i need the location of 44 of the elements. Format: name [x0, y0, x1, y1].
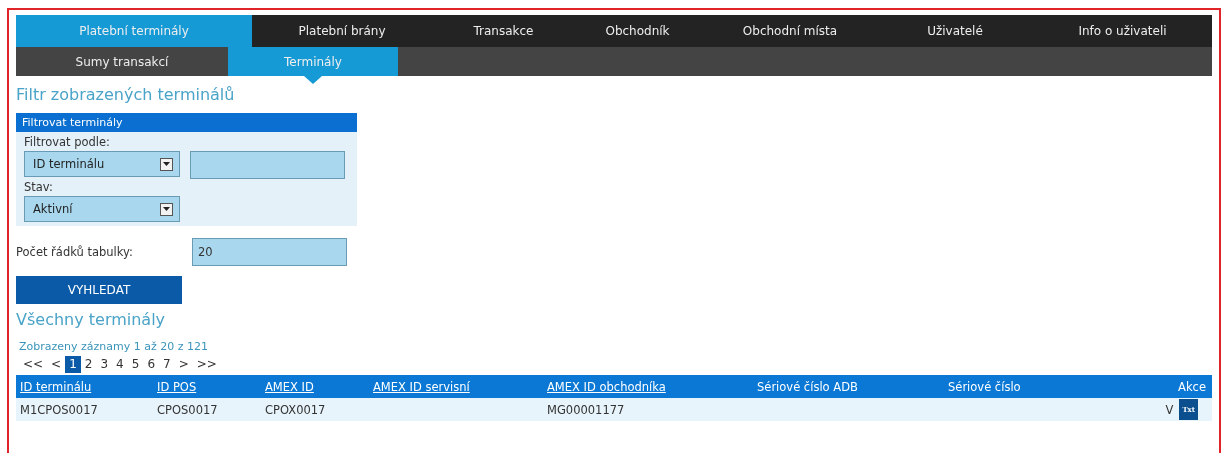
- field-label: Filtrovat podle:: [24, 134, 111, 151]
- column-header: Sériové číslo ADB: [756, 379, 859, 394]
- column-sort-link[interactable]: AMEX ID servisní: [369, 379, 543, 394]
- table-cell-text: MG00001177: [546, 402, 626, 417]
- table-cell-text: CPOX0017: [264, 402, 327, 417]
- column-sort-link[interactable]: AMEX ID: [261, 379, 369, 394]
- table-cell: V: [1165, 402, 1174, 417]
- rows-count-field[interactable]: 20: [192, 238, 347, 266]
- column-sort-link[interactable]: AMEX ID obchodníka: [543, 379, 753, 394]
- page-link[interactable]: 7: [159, 356, 175, 373]
- nav-tab[interactable]: Platební brány: [252, 15, 432, 47]
- page-link[interactable]: 5: [127, 356, 144, 373]
- page-link[interactable]: 2: [80, 356, 97, 373]
- search-button[interactable]: VYHLEDAT: [16, 276, 182, 304]
- column-header: Sériové číslo: [947, 379, 1022, 394]
- page-link[interactable]: 3: [96, 356, 113, 373]
- page-link[interactable]: <: [47, 356, 66, 373]
- panel-header: Filtrovat terminály: [16, 113, 357, 132]
- page-link[interactable]: <<: [19, 356, 48, 373]
- dropdown[interactable]: Aktivní: [24, 196, 180, 222]
- text-field[interactable]: [190, 151, 345, 179]
- tab-pointer-icon: [304, 76, 322, 84]
- nav-tab[interactable]: Obchodní místa: [700, 15, 880, 47]
- column-header: Akce: [1177, 379, 1207, 394]
- field-label: Počet řádků tabulky:: [16, 245, 134, 259]
- field-label: Stav:: [24, 179, 54, 196]
- page-link[interactable]: 4: [112, 356, 128, 373]
- section-heading: Všechny terminály: [16, 310, 166, 331]
- nav-tab[interactable]: Info o uživateli: [1030, 15, 1215, 47]
- page-link[interactable]: >: [174, 356, 193, 373]
- section-heading: Filtr zobrazených terminálů: [16, 85, 235, 106]
- dropdown[interactable]: ID terminálu: [24, 151, 180, 177]
- page-link[interactable]: 1: [65, 356, 81, 373]
- nav-tab[interactable]: Obchodník: [575, 15, 700, 47]
- column-sort-link[interactable]: ID terminálu: [16, 379, 153, 394]
- nav-tab[interactable]: Transakce: [432, 15, 575, 47]
- records-info: Zobrazeny záznamy 1 až 20 z 121: [18, 340, 209, 353]
- table-cell-text: M1CPOS0017: [19, 402, 99, 417]
- page-link[interactable]: >>: [192, 356, 221, 373]
- sub-nav-tab[interactable]: Sumy transakcí: [16, 47, 228, 76]
- page-link[interactable]: 6: [143, 356, 159, 373]
- column-sort-link[interactable]: ID POS: [153, 379, 261, 394]
- nav-tab[interactable]: Uživatelé: [880, 15, 1030, 47]
- table-cell-text: CPOS0017: [156, 402, 219, 417]
